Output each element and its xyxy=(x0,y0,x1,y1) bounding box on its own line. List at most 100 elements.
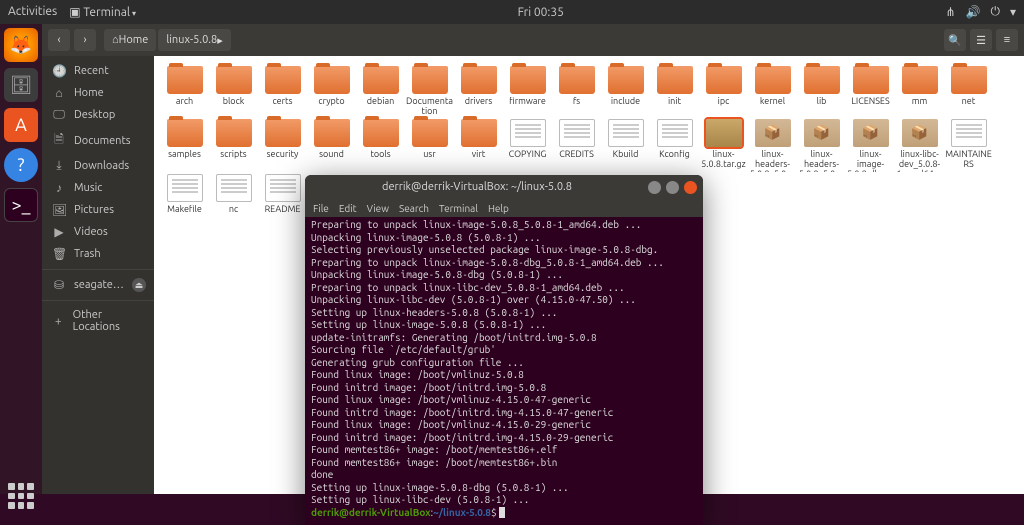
sidebar-item-recent[interactable]: 🕘Recent xyxy=(42,60,154,82)
terminal-window: derrik@derrik-VirtualBox: ~/linux-5.0.8 … xyxy=(305,175,703,525)
maximize-icon[interactable] xyxy=(666,181,679,194)
file-item[interactable]: lib xyxy=(797,66,846,117)
minimize-icon[interactable] xyxy=(648,181,661,194)
file-item[interactable]: init xyxy=(650,66,699,117)
file-item[interactable]: CREDITS xyxy=(552,119,601,172)
file-item[interactable]: drivers xyxy=(454,66,503,117)
sidebar-item-seagate-[interactable]: ⛁seagate… xyxy=(42,274,154,296)
session-menu-arrow[interactable]: ▾ xyxy=(1010,5,1016,19)
network-icon[interactable]: ⋔ xyxy=(945,5,955,19)
file-label: include xyxy=(601,97,650,107)
folder-icon xyxy=(265,66,301,94)
sound-icon[interactable]: 🔊 xyxy=(966,5,981,19)
menu-edit[interactable]: Edit xyxy=(339,203,357,214)
close-icon[interactable] xyxy=(684,181,697,194)
menu-help[interactable]: Help xyxy=(488,203,509,214)
file-item[interactable]: firmware xyxy=(503,66,552,117)
file-label: arch xyxy=(160,97,209,107)
clock[interactable]: Fri 00:35 xyxy=(136,6,945,19)
file-item[interactable]: mm xyxy=(895,66,944,117)
sidebar-item-desktop[interactable]: 🖵Desktop xyxy=(42,104,154,126)
folder-icon xyxy=(902,66,938,94)
path-current[interactable]: linux-5.0.8 ▸ xyxy=(158,29,230,51)
path-home[interactable]: ⌂ Home xyxy=(104,29,156,51)
file-item[interactable]: tools xyxy=(356,119,405,172)
file-item[interactable]: samples xyxy=(160,119,209,172)
hamburger-icon[interactable]: ≡ xyxy=(996,29,1018,51)
textfile-icon xyxy=(216,174,252,202)
file-item[interactable]: linux-headers-5.0.8_5.0… xyxy=(797,119,846,172)
sidebar-item-home[interactable]: ⌂Home xyxy=(42,82,154,104)
launcher-dock: 🦊 🗄 A ? >_ xyxy=(0,24,42,494)
file-item[interactable]: Kconfig xyxy=(650,119,699,172)
file-item[interactable]: Makefile xyxy=(160,174,209,215)
sidebar-icon: ⌂ xyxy=(52,86,66,100)
file-item[interactable]: linux-libc-dev_5.0.8-1_amd64… xyxy=(895,119,944,172)
files-headerbar: ‹ › ⌂ Home linux-5.0.8 ▸ 🔍 ☰ ≡ xyxy=(42,24,1024,56)
file-item[interactable]: block xyxy=(209,66,258,117)
power-icon[interactable]: ⏻ xyxy=(990,5,1000,19)
file-label: net xyxy=(944,97,993,107)
deb-icon xyxy=(853,119,889,147)
file-item[interactable]: linux-image-5.0.8-dbg… xyxy=(846,119,895,172)
view-list-icon[interactable]: ☰ xyxy=(970,29,992,51)
search-icon[interactable]: 🔍 xyxy=(944,29,966,51)
file-item[interactable]: linux-5.0.8.tar.gz xyxy=(699,119,748,172)
file-item[interactable]: security xyxy=(258,119,307,172)
file-item[interactable]: kernel xyxy=(748,66,797,117)
folder-icon xyxy=(853,66,889,94)
menu-file[interactable]: File xyxy=(313,203,329,214)
file-item[interactable]: scripts xyxy=(209,119,258,172)
sidebar-item-pictures[interactable]: 🖼Pictures xyxy=(42,199,154,221)
folder-icon xyxy=(461,66,497,94)
deb-icon xyxy=(755,119,791,147)
sidebar-item-other-locations[interactable]: +Other Locations xyxy=(42,305,154,337)
folder-icon xyxy=(216,119,252,147)
sidebar-label: Downloads xyxy=(74,160,129,172)
sidebar-item-music[interactable]: ♪Music xyxy=(42,177,154,199)
file-label: CREDITS xyxy=(552,150,601,160)
file-item[interactable]: ipc xyxy=(699,66,748,117)
terminal-output[interactable]: Preparing to unpack linux-image-5.0.8_5.… xyxy=(305,217,703,525)
file-item[interactable]: certs xyxy=(258,66,307,117)
file-item[interactable]: sound xyxy=(307,119,356,172)
file-item[interactable]: COPYING xyxy=(503,119,552,172)
file-item[interactable]: fs xyxy=(552,66,601,117)
sidebar-item-trash[interactable]: 🗑Trash xyxy=(42,243,154,265)
file-item[interactable]: README xyxy=(258,174,307,215)
file-item[interactable]: crypto xyxy=(307,66,356,117)
activities-button[interactable]: Activities xyxy=(8,5,57,19)
file-item[interactable]: linux-headers-5.0.8_5.0… xyxy=(748,119,797,172)
deb-icon xyxy=(902,119,938,147)
file-item[interactable]: Kbuild xyxy=(601,119,650,172)
software-icon[interactable]: A xyxy=(4,108,38,142)
file-item[interactable]: Documentation xyxy=(405,66,454,117)
sidebar-item-documents[interactable]: 🗎Documents xyxy=(42,126,154,155)
back-button[interactable]: ‹ xyxy=(48,29,70,51)
terminal-titlebar[interactable]: derrik@derrik-VirtualBox: ~/linux-5.0.8 xyxy=(305,175,703,199)
file-item[interactable]: arch xyxy=(160,66,209,117)
file-label: linux-libc-dev_5.0.8-1_amd64… xyxy=(895,150,944,172)
file-item[interactable]: debian xyxy=(356,66,405,117)
file-item[interactable]: net xyxy=(944,66,993,117)
file-item[interactable]: usr xyxy=(405,119,454,172)
firefox-icon[interactable]: 🦊 xyxy=(4,28,38,62)
textfile-icon xyxy=(559,119,595,147)
sidebar-item-videos[interactable]: ▶Videos xyxy=(42,221,154,243)
terminal-launcher-icon[interactable]: >_ xyxy=(4,188,38,222)
forward-button[interactable]: › xyxy=(74,29,96,51)
menu-view[interactable]: View xyxy=(367,203,389,214)
file-item[interactable]: LICENSES xyxy=(846,66,895,117)
sidebar-item-downloads[interactable]: ⤓Downloads xyxy=(42,155,154,177)
menu-search[interactable]: Search xyxy=(399,203,429,214)
menu-terminal[interactable]: Terminal xyxy=(439,203,478,214)
archive-icon xyxy=(706,119,742,147)
files-icon[interactable]: 🗄 xyxy=(4,68,38,102)
file-item[interactable]: include xyxy=(601,66,650,117)
file-item[interactable]: nc xyxy=(209,174,258,215)
show-applications-icon[interactable] xyxy=(8,483,34,509)
app-indicator[interactable]: ▣ Terminal▾ xyxy=(69,5,136,19)
file-item[interactable]: virt xyxy=(454,119,503,172)
file-item[interactable]: MAINTAINERS xyxy=(944,119,993,172)
help-icon[interactable]: ? xyxy=(4,148,38,182)
